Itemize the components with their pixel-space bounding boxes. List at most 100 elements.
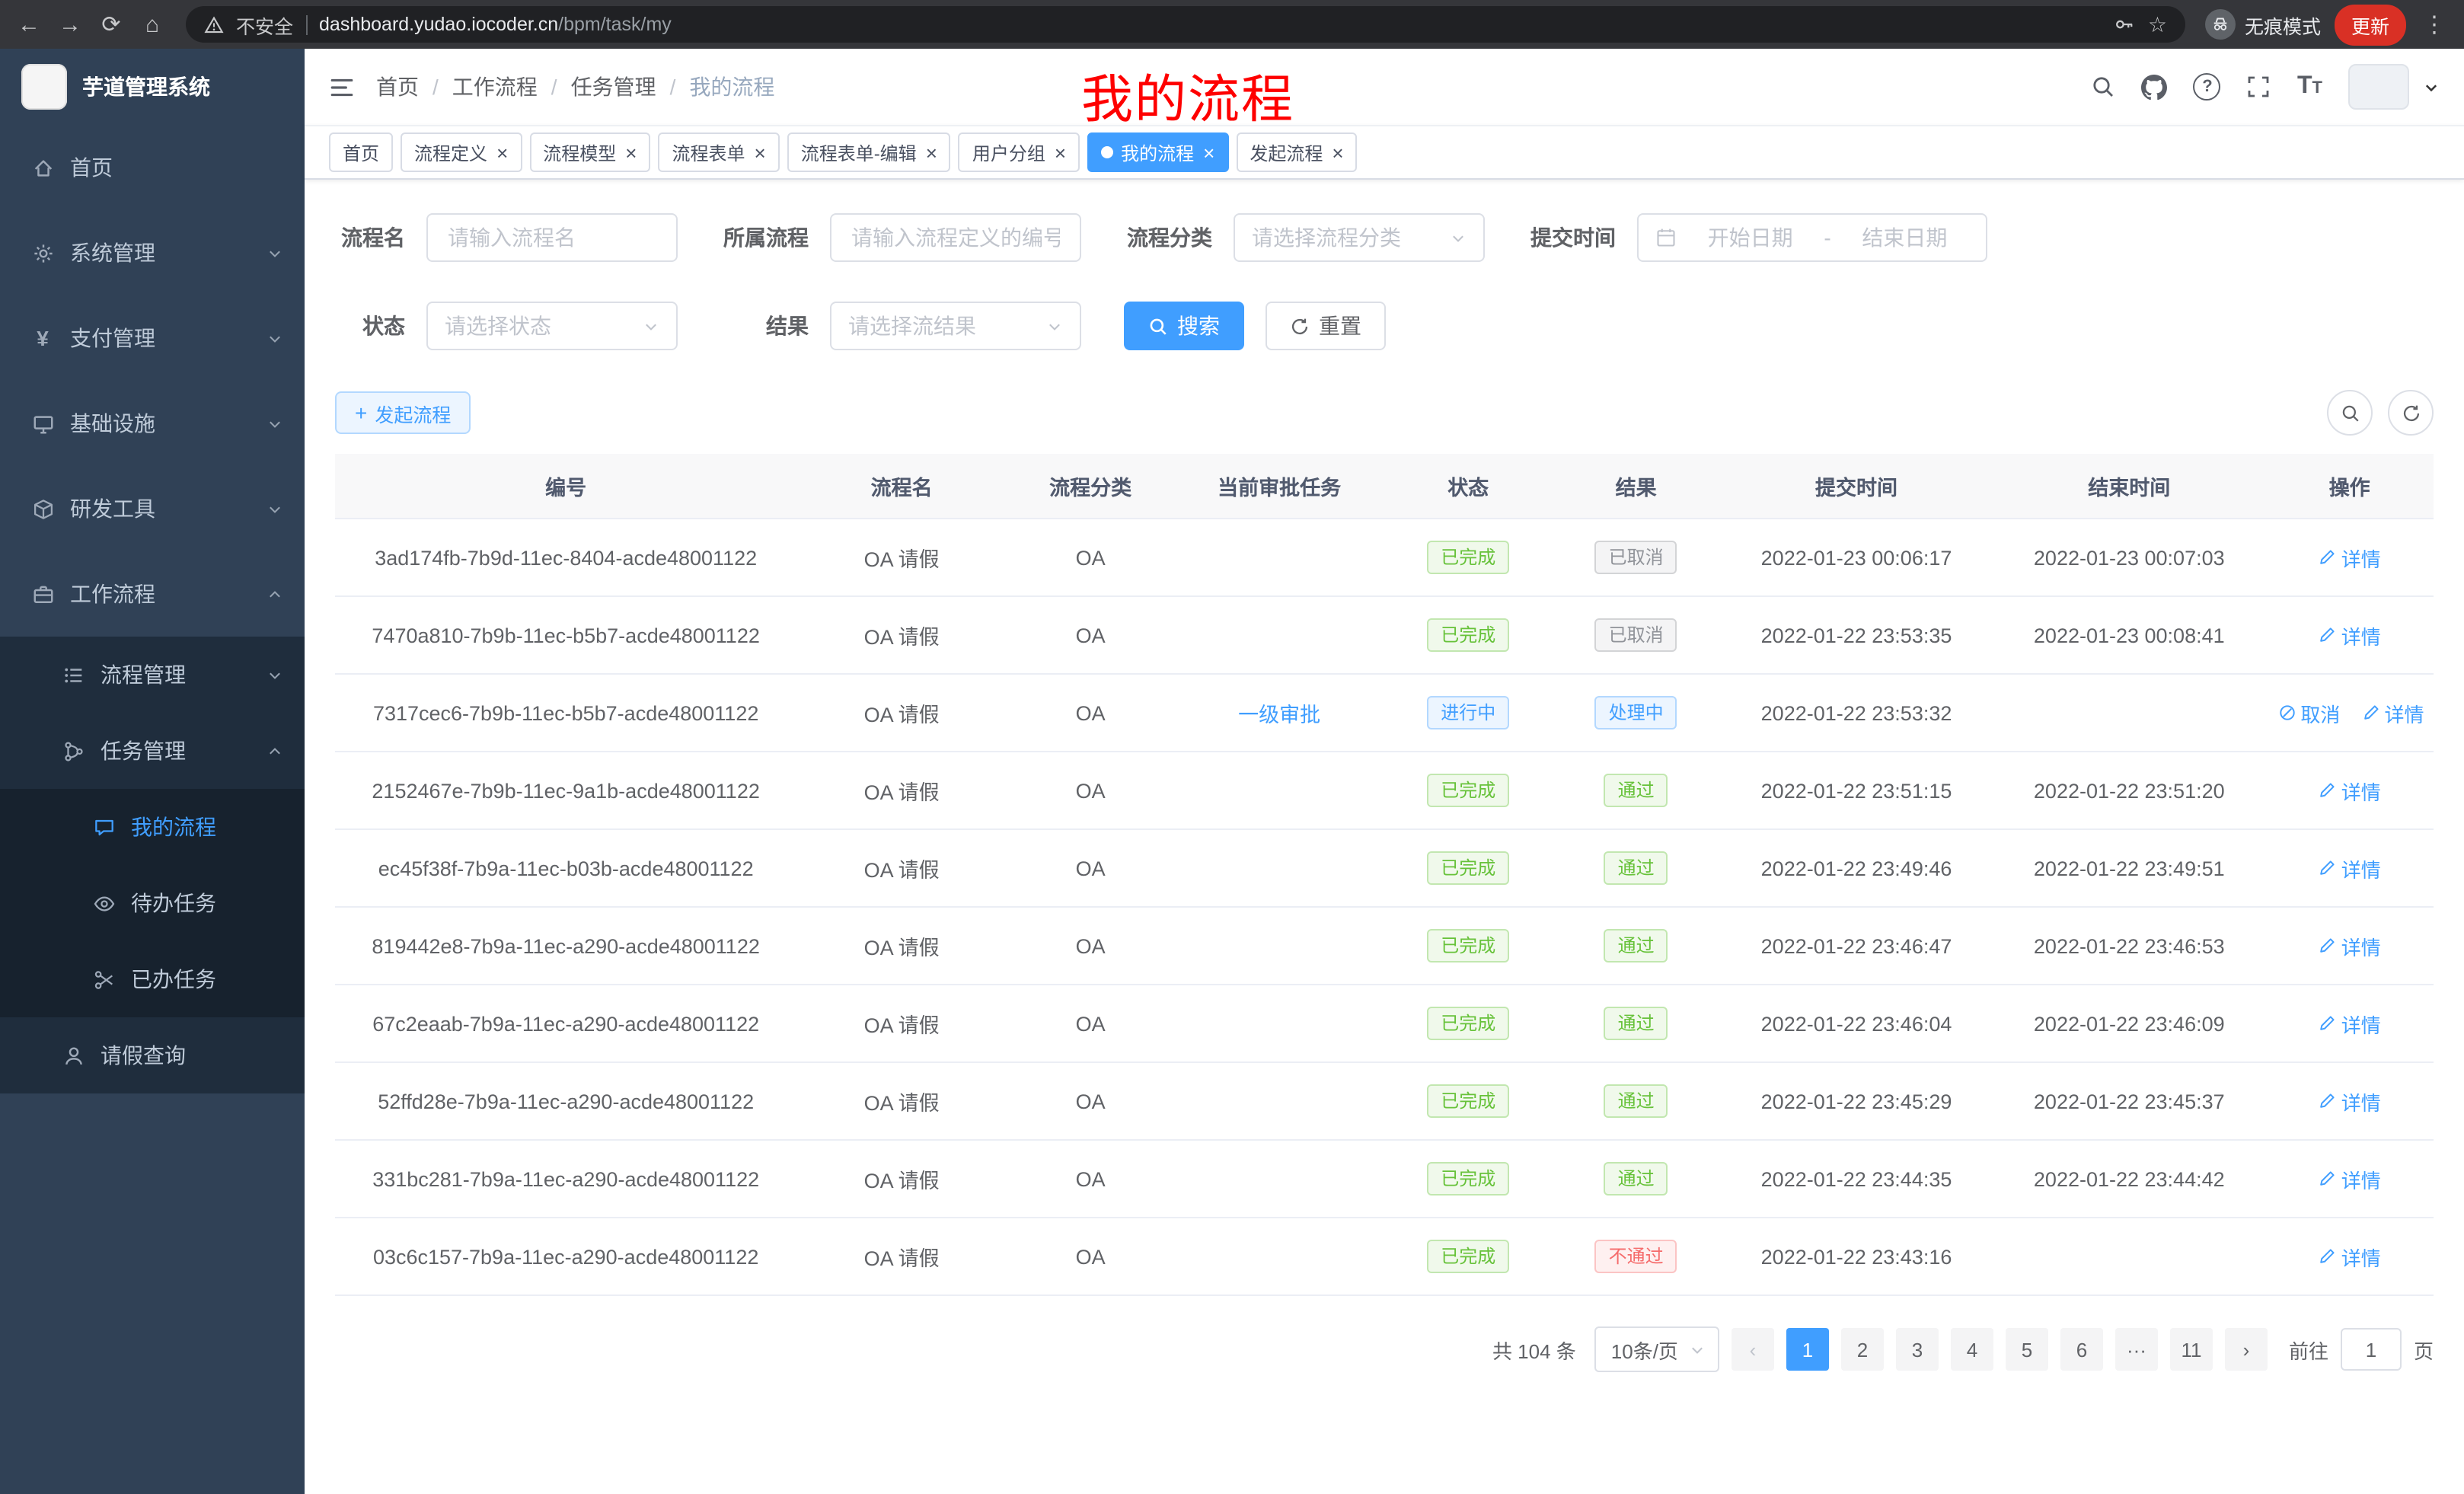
cell-result: 通过 [1552, 907, 1719, 985]
reload-icon[interactable]: ⟳ [97, 11, 125, 38]
sidebar-item-devtools[interactable]: 研发工具 [0, 466, 305, 551]
process-name-input[interactable] [426, 213, 678, 262]
sidebar-item-system[interactable]: 系统管理 [0, 210, 305, 295]
tab-4[interactable]: 流程表单-编辑× [787, 132, 951, 172]
tab-close-icon[interactable]: × [496, 142, 508, 162]
github-icon[interactable] [2142, 74, 2168, 100]
sidebar-item-payment[interactable]: ¥ 支付管理 [0, 295, 305, 381]
cell-task: 一级审批 [1174, 674, 1384, 752]
tab-3[interactable]: 流程表单× [658, 132, 779, 172]
breadcrumb-item-1[interactable]: 工作流程 [452, 72, 538, 102]
tab-close-icon[interactable]: × [1203, 142, 1214, 162]
cancel-action[interactable]: 取消 [2277, 698, 2340, 727]
prev-page-button[interactable]: ‹ [1732, 1328, 1774, 1371]
hamburger-icon[interactable] [329, 74, 355, 100]
page-button-2[interactable]: 2 [1841, 1328, 1884, 1371]
refresh-table-button[interactable] [2388, 390, 2434, 436]
status-tag: 进行中 [1427, 696, 1509, 729]
status-tag: 已完成 [1427, 929, 1509, 962]
avatar-caret-icon[interactable] [2423, 78, 2440, 95]
breadcrumb-item-2[interactable]: 任务管理 [571, 72, 656, 102]
page-button-1[interactable]: 1 [1786, 1328, 1829, 1371]
navbar-actions: ? TT [2092, 64, 2440, 110]
fullscreen-icon[interactable] [2247, 75, 2271, 99]
cell-category: OA [1007, 596, 1174, 674]
detail-action[interactable]: 详情 [2319, 1164, 2381, 1193]
update-button[interactable]: 更新 [2335, 4, 2406, 45]
tab-6[interactable]: 我的流程× [1087, 132, 1228, 172]
detail-action[interactable]: 详情 [2319, 776, 2381, 805]
bookmark-star-icon[interactable]: ☆ [2148, 11, 2167, 37]
security-label[interactable]: 不安全 [236, 10, 293, 39]
tab-close-icon[interactable]: × [1055, 142, 1066, 162]
category-select[interactable]: 请选择流程分类 [1234, 213, 1485, 262]
detail-action[interactable]: 详情 [2319, 854, 2381, 883]
table-row-6: 67c2eaab-7b9a-11ec-a290-acde48001122OA 请… [335, 985, 2434, 1062]
sidebar-item-home[interactable]: 首页 [0, 125, 305, 210]
page-button-6[interactable]: 6 [2060, 1328, 2103, 1371]
page-button-5[interactable]: 5 [2006, 1328, 2048, 1371]
sidebar-item-infra[interactable]: 基础设施 [0, 381, 305, 466]
process-id-input[interactable] [830, 213, 1081, 262]
tab-0[interactable]: 首页 [329, 132, 393, 172]
detail-action[interactable]: 详情 [2361, 698, 2424, 727]
tab-close-icon[interactable]: × [755, 142, 766, 162]
tab-close-icon[interactable]: × [625, 142, 637, 162]
sidebar-item-my-process[interactable]: 我的流程 [0, 789, 305, 865]
sidebar-item-workflow[interactable]: 工作流程 [0, 551, 305, 637]
font-size-icon[interactable]: TT [2297, 75, 2322, 99]
cell-id: 7470a810-7b9b-11ec-b5b7-acde48001122 [335, 596, 796, 674]
search-button[interactable]: 搜索 [1124, 302, 1244, 350]
cell-end-time: 2022-01-22 23:45:37 [1993, 1062, 2265, 1140]
detail-action[interactable]: 详情 [2319, 543, 2381, 572]
page-url[interactable]: dashboard.yudao.iocoder.cn/bpm/task/my [319, 14, 672, 35]
cell-category: OA [1007, 1218, 1174, 1295]
sidebar-item-todo-tasks[interactable]: 待办任务 [0, 865, 305, 941]
tab-2[interactable]: 流程模型× [529, 132, 650, 172]
tab-1[interactable]: 流程定义× [401, 132, 522, 172]
status-tag: 不通过 [1595, 1240, 1677, 1273]
goto-page-input[interactable] [2341, 1328, 2402, 1371]
tab-close-icon[interactable]: × [926, 142, 937, 162]
detail-action[interactable]: 详情 [2319, 1087, 2381, 1116]
detail-action[interactable]: 详情 [2319, 1009, 2381, 1038]
search-icon[interactable] [2092, 75, 2116, 99]
help-icon[interactable]: ? [2194, 73, 2221, 101]
tab-close-icon[interactable]: × [1332, 142, 1343, 162]
tab-5[interactable]: 用户分组× [959, 132, 1080, 172]
sidebar-item-done-tasks[interactable]: 已办任务 [0, 941, 305, 1017]
browser-menu-icon[interactable]: ⋮ [2420, 11, 2449, 38]
page-button-11[interactable]: 11 [2170, 1328, 2213, 1371]
date-range-picker[interactable]: 开始日期 - 结束日期 [1637, 213, 1987, 262]
next-page-button[interactable]: › [2225, 1328, 2268, 1371]
sidebar-item-process-mgmt[interactable]: 流程管理 [0, 637, 305, 713]
hide-search-button[interactable] [2327, 390, 2373, 436]
cell-name: OA 请假 [796, 1218, 1007, 1295]
detail-action[interactable]: 详情 [2319, 931, 2381, 960]
cell-result: 通过 [1552, 829, 1719, 907]
more-pages-button[interactable]: ··· [2115, 1328, 2158, 1371]
sidebar-item-task-mgmt[interactable]: 任务管理 [0, 713, 305, 789]
tab-7[interactable]: 发起流程× [1236, 132, 1357, 172]
page-button-3[interactable]: 3 [1896, 1328, 1939, 1371]
cell-name: OA 请假 [796, 1062, 1007, 1140]
avatar[interactable] [2348, 64, 2409, 110]
task-link[interactable]: 一级审批 [1238, 704, 1320, 726]
page-size-select[interactable]: 10条/页 [1594, 1326, 1719, 1372]
result-select[interactable]: 请选择流结果 [830, 302, 1081, 350]
back-icon[interactable]: ← [15, 11, 43, 37]
app-logo-row[interactable]: 芋道管理系统 [0, 49, 305, 125]
forward-icon[interactable]: → [56, 11, 84, 37]
create-process-button[interactable]: + 发起流程 [335, 391, 471, 434]
page-button-4[interactable]: 4 [1951, 1328, 1993, 1371]
sidebar-item-leave-query[interactable]: 请假查询 [0, 1017, 305, 1093]
detail-action[interactable]: 详情 [2319, 1242, 2381, 1271]
status-select[interactable]: 请选择状态 [426, 302, 678, 350]
breadcrumb-item-0[interactable]: 首页 [376, 72, 419, 102]
home-browser-icon[interactable]: ⌂ [139, 11, 166, 37]
reset-button[interactable]: 重置 [1266, 302, 1386, 350]
password-key-icon[interactable] [2115, 14, 2136, 35]
url-bar[interactable]: 不安全 dashboard.yudao.iocoder.cn/bpm/task/… [186, 6, 2185, 43]
detail-action[interactable]: 详情 [2319, 621, 2381, 650]
cell-end-time: 2022-01-23 00:07:03 [1993, 519, 2265, 596]
